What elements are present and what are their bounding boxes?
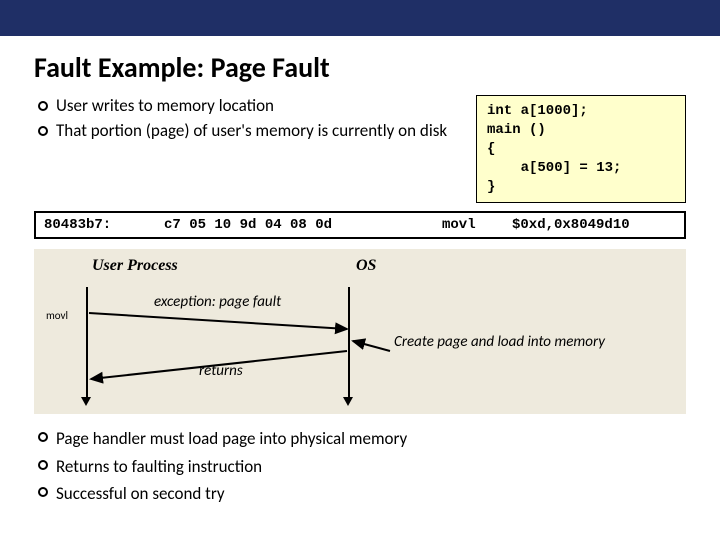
- bullet-text: That portion (page) of user's memory is …: [56, 120, 447, 143]
- bullet-text: Page handler must load page into physica…: [56, 426, 407, 452]
- bullet-text: User writes to memory location: [56, 95, 274, 118]
- asm-address: 80483b7:: [36, 213, 156, 237]
- bullet-list-bottom: Page handler must load page into physica…: [34, 426, 686, 507]
- asm-row: 80483b7: c7 05 10 9d 04 08 0d movl $0xd,…: [34, 211, 686, 239]
- list-item: Page handler must load page into physica…: [38, 426, 686, 452]
- top-row: User writes to memory location That port…: [34, 95, 686, 203]
- header-bar: [0, 0, 720, 36]
- asm-bytes: c7 05 10 9d 04 08 0d: [156, 213, 434, 237]
- action-label: Create page and load into memory: [394, 333, 605, 352]
- arrowhead-icon: [343, 397, 353, 406]
- movl-label: movl: [46, 309, 68, 322]
- bullet-text: Returns to faulting instruction: [56, 454, 262, 480]
- list-item: User writes to memory location: [38, 95, 458, 118]
- asm-args: $0xd,0x8049d10: [504, 213, 684, 237]
- slide-body: Fault Example: Page Fault User writes to…: [0, 36, 720, 507]
- user-timeline: [86, 287, 88, 399]
- os-timeline: [348, 287, 350, 399]
- user-process-label: User Process: [92, 257, 178, 275]
- list-item: Returns to faulting instruction: [38, 454, 686, 480]
- list-item: Successful on second try: [38, 481, 686, 507]
- exception-label: exception: page fault: [154, 293, 281, 311]
- bullet-icon: [38, 432, 48, 442]
- bullet-icon: [38, 460, 48, 470]
- diagram: User Process OS movl exception: page fau…: [34, 249, 686, 414]
- bullet-icon: [38, 487, 48, 497]
- bullet-icon: [38, 126, 48, 136]
- bullet-icon: [38, 101, 48, 111]
- bullet-text: Successful on second try: [56, 481, 225, 507]
- returns-label: returns: [199, 362, 243, 380]
- code-box: int a[1000]; main () { a[500] = 13; }: [476, 95, 686, 203]
- page-title: Fault Example: Page Fault: [34, 50, 686, 85]
- asm-mnemonic: movl: [434, 213, 504, 237]
- bullet-list-top: User writes to memory location That port…: [34, 95, 458, 145]
- list-item: That portion (page) of user's memory is …: [38, 120, 458, 143]
- os-label: OS: [356, 257, 376, 275]
- arrowhead-icon: [81, 397, 91, 406]
